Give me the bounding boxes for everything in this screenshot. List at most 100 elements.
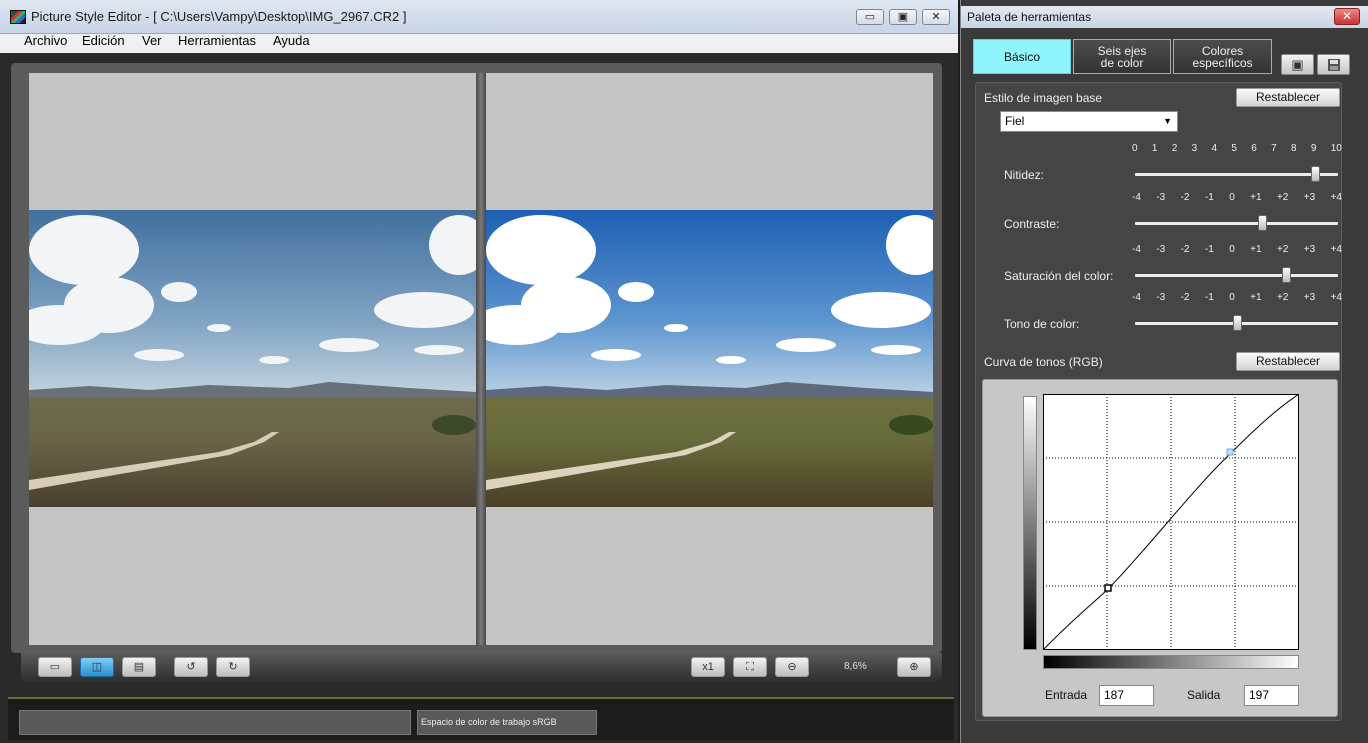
single-view-button[interactable]: ▭ <box>38 657 72 677</box>
tick-label: +4 <box>1330 192 1342 203</box>
title-bar: Picture Style Editor - [ C:\Users\Vampy\… <box>0 0 958 34</box>
tick-label: 0 <box>1229 292 1235 303</box>
slider-label: Nitidez: <box>1004 168 1045 182</box>
zoom-in-button[interactable]: ⊕ <box>897 657 931 677</box>
curve-reset-button[interactable]: Restablecer <box>1236 352 1340 371</box>
slider-ticks: 0 1 2 3 4 5 6 7 8 9 10 <box>1132 143 1342 155</box>
slider-label: Saturación del color: <box>1004 269 1114 283</box>
tick-label: 0 <box>1132 143 1138 154</box>
tab-basico[interactable]: Básico <box>973 39 1071 74</box>
tab-seis-ejes[interactable]: Seis ejes de color <box>1073 39 1171 74</box>
window-title: Picture Style Editor - [ C:\Users\Vampy\… <box>31 9 407 24</box>
slider-ticks: -4 -3 -2 -1 0 +1 +2 +3 +4 <box>1132 244 1342 256</box>
menu-archivo[interactable]: Archivo <box>24 34 67 48</box>
tab-colores-line2: específicos <box>1192 55 1253 70</box>
tab-colores-line1: Colores <box>1201 43 1244 58</box>
basic-panel: Estilo de imagen base Restablecer Fiel ▼… <box>975 82 1342 721</box>
palette-title: Paleta de herramientas <box>961 6 1368 28</box>
tick-label: -2 <box>1180 244 1190 255</box>
tone-curve-box: Entrada 187 Salida 197 <box>982 379 1338 717</box>
tick-label: -2 <box>1180 192 1190 203</box>
zoom-1x-button[interactable]: x1 <box>691 657 725 677</box>
menu-herramientas[interactable]: Herramientas <box>178 34 256 48</box>
after-pane <box>486 73 933 645</box>
tick-label: 6 <box>1251 143 1257 154</box>
tick-label: -1 <box>1204 244 1214 255</box>
image-viewer <box>11 63 942 653</box>
base-style-select[interactable]: Fiel ▼ <box>1000 111 1178 132</box>
open-file-icon[interactable]: ▣ <box>1281 54 1314 75</box>
tick-label: -4 <box>1132 244 1141 255</box>
save-icon[interactable] <box>1317 54 1350 75</box>
output-label: Salida <box>1187 688 1221 702</box>
base-reset-button[interactable]: Restablecer <box>1236 88 1340 107</box>
menu-ayuda[interactable]: Ayuda <box>273 34 310 48</box>
tick-label: 2 <box>1171 143 1178 154</box>
slider-label: Contraste: <box>1004 217 1060 231</box>
menu-ver[interactable]: Ver <box>142 34 162 48</box>
pane-divider[interactable] <box>476 73 486 645</box>
output-value-field[interactable]: 197 <box>1244 685 1299 706</box>
zoom-out-button[interactable]: ⊖ <box>775 657 809 677</box>
curve-point-low[interactable] <box>1104 584 1112 592</box>
tab-seis-ejes-line2: de color <box>1100 55 1144 70</box>
tone-curve-graph[interactable] <box>1043 394 1299 650</box>
tick-label: +2 <box>1276 244 1289 255</box>
tab-colores-especificos[interactable]: Colores específicos <box>1173 39 1272 74</box>
tab-seis-ejes-line1: Seis ejes <box>1097 43 1147 58</box>
minimize-button[interactable]: ▭ <box>856 9 884 25</box>
tick-label: +3 <box>1303 244 1316 255</box>
after-image <box>486 210 933 507</box>
rotate-left-button[interactable]: ↺ <box>174 657 208 677</box>
slider-track[interactable] <box>1135 274 1338 277</box>
slider-track[interactable] <box>1135 173 1338 176</box>
slider-knob[interactable] <box>1257 215 1267 231</box>
input-label: Entrada <box>1045 688 1088 702</box>
top-bottom-view-button[interactable]: ▤ <box>122 657 156 677</box>
fit-to-window-button[interactable]: ⛶ <box>733 657 767 677</box>
tick-label: +4 <box>1330 292 1342 303</box>
base-style-value: Fiel <box>1005 114 1025 128</box>
tick-label: +1 <box>1250 292 1262 303</box>
tick-label: +1 <box>1250 192 1262 203</box>
dropdown-arrow-icon: ▼ <box>1163 116 1172 126</box>
maximize-button[interactable]: ▣ <box>889 9 917 25</box>
tick-label: -3 <box>1156 192 1166 203</box>
slider-ticks: -4 -3 -2 -1 0 +1 +2 +3 +4 <box>1132 192 1342 204</box>
tick-label: +3 <box>1303 292 1316 303</box>
curve-point-high[interactable] <box>1226 448 1234 456</box>
tab-basico-label: Básico <box>1003 49 1041 64</box>
tick-label: -1 <box>1204 192 1214 203</box>
before-image <box>29 210 476 507</box>
tick-label: -4 <box>1132 192 1141 203</box>
tick-label: 0 <box>1229 244 1235 255</box>
tick-label: +4 <box>1330 244 1342 255</box>
close-button[interactable]: ✕ <box>922 9 950 25</box>
slider-ticks: -4 -3 -2 -1 0 +1 +2 +3 +4 <box>1132 292 1342 304</box>
tick-label: +2 <box>1276 192 1289 203</box>
palette-close-button[interactable]: ✕ <box>1334 8 1360 25</box>
tick-label: 7 <box>1271 143 1277 154</box>
tone-curve-label: Curva de tonos (RGB) <box>984 355 1103 369</box>
main-window: Picture Style Editor - [ C:\Users\Vampy\… <box>0 0 958 743</box>
slider-knob[interactable] <box>1282 267 1291 283</box>
menu-bar: Archivo Edición Ver Herramientas Ayuda <box>0 34 958 53</box>
menu-edicion[interactable]: Edición <box>82 34 125 48</box>
tick-label: 8 <box>1291 143 1297 154</box>
input-value-field[interactable]: 187 <box>1099 685 1154 706</box>
tool-palette: Paleta de herramientas ✕ Básico Seis eje… <box>960 0 1368 743</box>
tick-label: 3 <box>1191 143 1198 154</box>
rotate-right-button[interactable]: ↻ <box>216 657 250 677</box>
tick-label: -4 <box>1132 292 1141 303</box>
tick-label: +2 <box>1276 292 1289 303</box>
side-by-side-view-button[interactable]: ◫ <box>80 657 114 677</box>
status-field <box>19 710 411 735</box>
tick-label: 1 <box>1151 143 1158 154</box>
zoom-level: 8,6% <box>844 661 867 672</box>
before-pane <box>29 73 476 645</box>
slider-knob[interactable] <box>1311 166 1321 182</box>
slider-knob[interactable] <box>1233 315 1242 331</box>
tick-label: -1 <box>1204 292 1214 303</box>
slider-track[interactable] <box>1135 222 1338 225</box>
tick-label: 9 <box>1310 143 1317 154</box>
